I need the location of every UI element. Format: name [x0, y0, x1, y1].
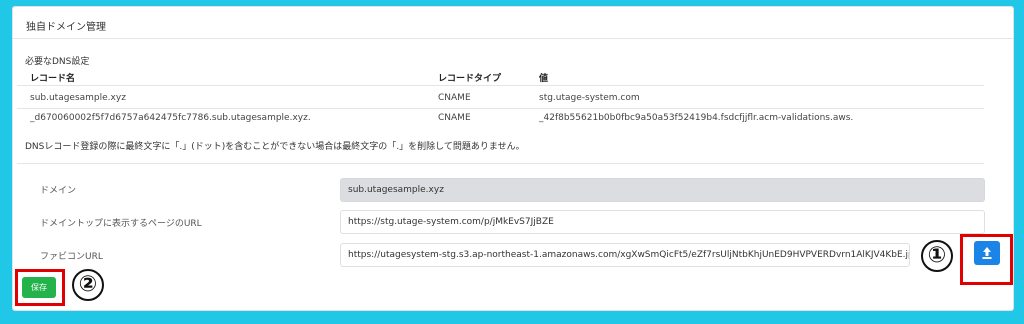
annotation-marker-1: ① [921, 240, 953, 272]
table-divider [17, 108, 984, 109]
table-divider [17, 85, 984, 86]
top-url-input[interactable]: https://stg.utage-system.com/p/jMkEvS7Jj… [340, 210, 985, 234]
highlight-box-upload [960, 234, 1013, 285]
domain-label: ドメイン [40, 186, 77, 196]
dns-section-title: 必要なDNS設定 [25, 57, 90, 67]
table-cell: CNAME [438, 93, 471, 103]
panel-title: 独自ドメイン管理 [13, 7, 1013, 39]
table-cell: CNAME [438, 113, 471, 123]
table-cell: sub.utagesample.xyz [30, 93, 126, 103]
table-cell: stg.utage-system.com [539, 93, 640, 103]
table-cell: _42f8b55621b0b0fbc9a50a53f52419b4.fsdcfj… [539, 113, 854, 123]
dns-note: DNSレコード登録の際に最終文字に「.」(ドット)を含むことができない場合は最終… [25, 142, 525, 152]
top-url-label: ドメイントップに表示するページのURL [40, 219, 202, 229]
favicon-url-input[interactable]: https://utagesystem-stg.s3.ap-northeast-… [340, 243, 910, 267]
annotation-marker-2: ② [72, 269, 104, 301]
highlight-box-save [15, 269, 65, 306]
column-header-value: 値 [539, 74, 549, 84]
column-header-record-type: レコードタイプ [438, 74, 502, 84]
column-header-record-name: レコード名 [30, 74, 76, 84]
domain-field: sub.utagesample.xyz [340, 178, 985, 202]
table-cell: _d670060002f5f7d6757a642475fc7786.sub.ut… [30, 113, 311, 123]
favicon-label: ファビコンURL [40, 252, 103, 262]
section-divider [17, 163, 984, 164]
